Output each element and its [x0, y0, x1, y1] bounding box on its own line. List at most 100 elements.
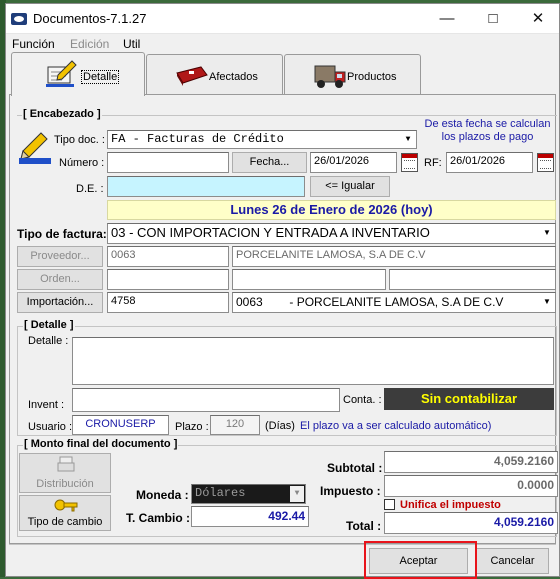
rf-value: 26/01/2026	[450, 155, 506, 167]
impuesto-value: 0.0000	[517, 478, 554, 492]
tab-detalle[interactable]: Detalle	[11, 52, 145, 96]
plazo-note: El plazo va a ser calculado automático)	[300, 420, 492, 432]
proveedor-button-label: Proveedor...	[30, 250, 90, 262]
chevron-down-icon[interactable]: ▼	[290, 486, 304, 502]
tab-afectados[interactable]: Afectados	[146, 54, 283, 94]
usuario-input[interactable]: CRONUSERP	[72, 415, 169, 435]
igualar-button-label: <= Igualar	[325, 180, 375, 192]
subtotal-label: Subtotal :	[327, 461, 383, 475]
de-label: D.E. :	[76, 183, 104, 195]
document-pen-icon	[46, 60, 77, 87]
tab-productos-label: Productos	[347, 71, 397, 83]
date-banner-text: Lunes 26 de Enero de 2026 (hoy)	[230, 202, 433, 217]
fecha-value: 26/01/2026	[314, 155, 370, 167]
tipo-factura-value: 03 - CON IMPORTACION Y ENTRADA A INVENTA…	[111, 225, 430, 240]
invent-label: Invent :	[28, 399, 65, 411]
importacion-button-label: Importación...	[26, 296, 94, 308]
usuario-value: CRONUSERP	[85, 418, 156, 430]
subtotal-field: 4,059.2160	[384, 451, 558, 473]
orden-button-label: Orden...	[40, 273, 80, 285]
conta-status: Sin contabilizar	[384, 388, 554, 410]
tipo-cambio-button[interactable]: Tipo de cambio	[19, 495, 111, 531]
distribucion-button-label: Distribución	[36, 478, 94, 490]
documentos-window: Documentos-7.1.27 — □ ✕ Función Edición …	[5, 3, 560, 579]
plazo-input[interactable]: 120	[210, 415, 260, 435]
importacion-select[interactable]: 0063 - PORCELANITE LAMOSA, S.A DE C.V ▼	[232, 292, 556, 313]
red-folder-icon	[176, 66, 208, 86]
total-label: Total :	[346, 519, 382, 533]
proveedor-code-input[interactable]: 0063	[107, 246, 229, 267]
menu-bar: Función Edición Util	[6, 35, 559, 53]
fecha-button-label: Fecha...	[249, 156, 290, 168]
monto-title: [ Monto final del documento ]	[23, 438, 179, 450]
conta-label: Conta. :	[343, 394, 382, 406]
fecha-calculo-note: De esta fecha se calculan los plazos de …	[424, 118, 551, 143]
aceptar-highlight	[364, 541, 477, 579]
dias-label: (Días)	[265, 420, 295, 432]
tipo-factura-select[interactable]: 03 - CON IMPORTACION Y ENTRADA A INVENTA…	[107, 223, 556, 244]
tipo-doc-value: FA - Facturas de Crédito	[111, 132, 284, 146]
moneda-label: Moneda :	[136, 488, 189, 502]
usuario-label: Usuario :	[28, 421, 73, 433]
tipo-doc-label: Tipo doc. :	[54, 134, 105, 146]
proveedor-code-value: 0063	[111, 249, 136, 261]
total-value: 4,059.2160	[493, 515, 554, 529]
tab-productos[interactable]: Productos	[284, 54, 421, 94]
unifica-label: Unifica el impuesto	[400, 499, 501, 511]
orden-input-1[interactable]	[107, 269, 229, 290]
chevron-down-icon[interactable]: ▼	[401, 132, 415, 147]
orden-button[interactable]: Orden...	[17, 269, 103, 290]
minimize-icon[interactable]: —	[424, 4, 470, 34]
orden-input-3[interactable]	[389, 269, 556, 290]
importacion-select-value: 0063 - PORCELANITE LAMOSA, S.A DE C.V	[236, 295, 504, 309]
tab-detalle-label: Detalle	[81, 70, 120, 84]
impuesto-label: Impuesto :	[320, 484, 381, 498]
chevron-down-icon[interactable]: ▼	[540, 225, 554, 242]
proveedor-button[interactable]: Proveedor...	[17, 246, 103, 267]
proveedor-name-input[interactable]: PORCELANITE LAMOSA, S.A DE C.V	[232, 246, 556, 267]
fecha-input[interactable]: 26/01/2026	[310, 152, 397, 173]
plazo-value: 120	[225, 418, 245, 430]
menu-funcion[interactable]: Función	[12, 37, 55, 51]
tipo-doc-select[interactable]: FA - Facturas de Crédito ▼	[107, 130, 417, 149]
maximize-icon[interactable]: □	[470, 4, 516, 34]
truck-icon	[314, 65, 346, 88]
t-cambio-label: T. Cambio :	[126, 511, 191, 525]
moneda-select[interactable]: Dólares ▼	[191, 484, 306, 504]
t-cambio-input[interactable]: 492.44	[191, 506, 309, 527]
impuesto-field: 0.0000	[384, 475, 558, 497]
unifica-checkbox[interactable]	[384, 499, 395, 510]
de-input[interactable]	[107, 176, 305, 197]
close-icon[interactable]: ✕	[515, 4, 560, 34]
encabezado-title: [ Encabezado ]	[22, 108, 102, 120]
detalle-textarea[interactable]	[72, 337, 554, 385]
importacion-value: 4758	[111, 295, 136, 307]
cancelar-button[interactable]: Cancelar	[476, 548, 549, 574]
rf-calendar-icon[interactable]	[537, 153, 554, 172]
invent-input[interactable]	[72, 388, 340, 412]
detalle-title: [ Detalle ]	[23, 319, 75, 331]
plazo-label: Plazo :	[175, 421, 209, 433]
window-title: Documentos-7.1.27	[33, 11, 147, 26]
importacion-button[interactable]: Importación...	[17, 292, 103, 313]
igualar-button[interactable]: <= Igualar	[310, 176, 390, 197]
tipo-factura-label: Tipo de factura:	[17, 227, 107, 241]
fecha-button[interactable]: Fecha...	[232, 152, 307, 173]
menu-util[interactable]: Util	[123, 37, 140, 51]
fecha-calendar-icon[interactable]	[401, 153, 418, 172]
edit-pen-icon	[19, 132, 51, 164]
conta-status-text: Sin contabilizar	[420, 391, 518, 406]
numero-input[interactable]	[107, 152, 229, 173]
tab-afectados-label: Afectados	[209, 71, 258, 83]
distribucion-button[interactable]: Distribución	[19, 453, 111, 493]
orden-input-2[interactable]	[232, 269, 386, 290]
tipo-cambio-button-label: Tipo de cambio	[27, 516, 103, 528]
key-icon	[54, 499, 78, 512]
rf-input[interactable]: 26/01/2026	[446, 152, 533, 173]
date-banner: Lunes 26 de Enero de 2026 (hoy)	[107, 200, 556, 220]
menu-edicion[interactable]: Edición	[70, 37, 109, 51]
numero-label: Número :	[59, 157, 105, 169]
cancelar-button-label: Cancelar	[490, 555, 535, 567]
importacion-input[interactable]: 4758	[107, 292, 229, 313]
chevron-down-icon[interactable]: ▼	[540, 294, 554, 311]
